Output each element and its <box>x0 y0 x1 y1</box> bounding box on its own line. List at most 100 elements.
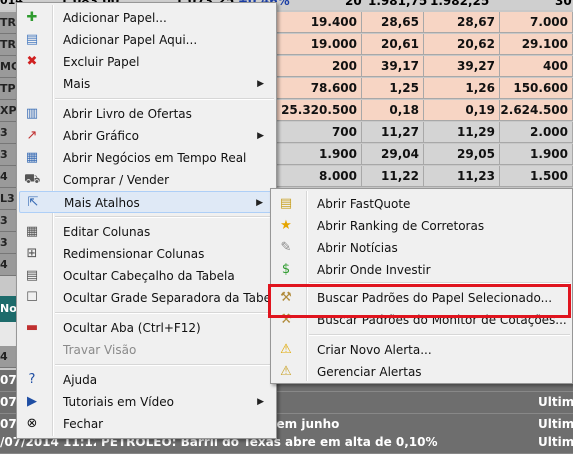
chart-icon: ↗ <box>26 128 38 143</box>
menu-separator <box>55 216 274 218</box>
menu-item-label: Editar Colunas <box>63 225 151 239</box>
menu-item-fechar[interactable]: ⊗ Fechar <box>19 413 274 435</box>
highlight-annotation <box>268 284 571 318</box>
menu-item-editar-colunas[interactable]: ▦ Editar Colunas <box>19 221 274 243</box>
menu-item-abrir-ranking-de-corretoras[interactable]: ★ Abrir Ranking de Corretoras <box>273 215 570 237</box>
top-cell: 20 <box>345 0 362 8</box>
menu-item-label: Fechar <box>63 417 104 431</box>
table-cell: 150.600 <box>500 78 573 99</box>
menu-item-redimensionar-colunas[interactable]: ⊞ Redimensionar Colunas <box>19 243 274 265</box>
row-symbol: 3 <box>0 210 17 232</box>
menu-item-criar-novo-alerta[interactable]: ⚠ Criar Novo Alerta... <box>273 339 570 361</box>
menu-item-label: Abrir Notícias <box>317 241 398 255</box>
menu-item-label: Abrir Gráfico <box>63 129 139 143</box>
menu-item-abrir-fastquote[interactable]: ▤ Abrir FastQuote <box>273 193 570 215</box>
table-cell: 700 <box>276 122 362 143</box>
plus-icon: ✚ <box>26 10 38 25</box>
menu-item-tutoriais-em-video[interactable]: ▶ Tutoriais em Vídeo ▶ <box>19 391 274 413</box>
tab-news-lower[interactable] <box>0 322 16 346</box>
menu-item-label: Mais <box>63 77 91 91</box>
table-cell: 39,27 <box>424 56 500 77</box>
row-symbol: TR <box>0 34 17 56</box>
menu-item-ocultar-aba-ctrl-f12[interactable]: ▬ Ocultar Aba (Ctrl+F12) <box>19 317 274 339</box>
menu-item-label: Comprar / Vender <box>63 173 170 187</box>
news-icon: ✎ <box>280 240 292 255</box>
columns-icon: ▦ <box>25 224 39 239</box>
menu-item-excluir-papel[interactable]: ✖ Excluir Papel <box>19 51 274 73</box>
menu-separator <box>55 364 274 366</box>
menu-item-abrir-negocios-em-tempo-real[interactable]: ▦ Abrir Negócios em Tempo Real <box>19 147 274 169</box>
menu-item-abrir-noticias[interactable]: ✎ Abrir Notícias <box>273 237 570 259</box>
dollar-icon: $ <box>281 262 291 277</box>
tab-news[interactable]: No <box>0 296 17 322</box>
menu-item-abrir-grafico[interactable]: ↗ Abrir Gráfico ▶ <box>19 125 274 147</box>
fastquote-icon: ▤ <box>279 196 293 211</box>
table-cell: 39,17 <box>362 56 424 77</box>
menu-item-gerenciar-alertas[interactable]: ⚠ Gerenciar Alertas <box>273 361 570 383</box>
submenu-arrow-icon: ▶ <box>256 198 263 208</box>
menu-item-label: Abrir FastQuote <box>317 197 411 211</box>
menu-separator <box>55 98 274 100</box>
menu-item-label: Ocultar Grade Separadora da Tabela <box>63 291 282 305</box>
menu-item-label: Excluir Papel <box>63 55 140 69</box>
row-symbol: XP <box>0 100 17 122</box>
table-cell: 200 <box>276 56 362 77</box>
delete-x-icon: ✖ <box>26 54 38 69</box>
menu-item-label: Abrir Ranking de Corretoras <box>317 219 485 233</box>
menu-item-label: Abrir Onde Investir <box>317 263 431 277</box>
menu-item-label: Gerenciar Alertas <box>317 365 422 379</box>
table-cell: 7.000 <box>500 12 573 33</box>
close-icon: ⊗ <box>26 416 38 431</box>
table-cell: 1.900 <box>500 144 573 165</box>
table-cell: 20,61 <box>362 34 424 55</box>
row-symbol: 3 <box>0 122 17 144</box>
menu-item-ajuda[interactable]: ? Ajuda <box>19 369 274 391</box>
menu-item-label: Adicionar Papel Aqui... <box>63 33 198 47</box>
news-source: Ultim <box>538 395 573 409</box>
row-symbol: MG <box>0 56 17 78</box>
menu-item-abrir-livro-de-ofertas[interactable]: ▥ Abrir Livro de Ofertas <box>19 103 274 125</box>
table-cell: 19.400 <box>276 12 362 33</box>
table-cell: 29.100 <box>500 34 573 55</box>
row-symbol: 3 <box>0 232 17 254</box>
table-cell: 1.900 <box>276 144 362 165</box>
menu-item-mais[interactable]: Mais ▶ <box>19 73 274 95</box>
add-here-icon: ▤ <box>25 32 39 47</box>
menu-item-label: Abrir Livro de Ofertas <box>63 107 192 121</box>
menu-item-label: Redimensionar Colunas <box>63 247 205 261</box>
row-symbol: 4 <box>0 166 17 188</box>
menu-item-label: Mais Atalhos <box>64 196 140 210</box>
table-cell: 11,23 <box>424 166 500 187</box>
menu-item-adicionar-papel[interactable]: ✚ Adicionar Papel... <box>19 7 274 29</box>
menu-item-label: Criar Novo Alerta... <box>317 343 432 357</box>
table-cell: 1,25 <box>362 78 424 99</box>
menu-item-comprar-vender[interactable]: ⛟ Comprar / Vender <box>19 169 274 191</box>
menu-item-ocultar-grade-separadora-da-tabela[interactable]: ☐ Ocultar Grade Separadora da Tabela <box>19 287 282 309</box>
menu-item-label: Adicionar Papel... <box>63 11 167 25</box>
menu-separator <box>309 334 570 336</box>
submenu-arrow-icon: ▶ <box>257 397 264 407</box>
menu-item-label: Tutoriais em Vídeo <box>63 395 174 409</box>
grid-icon: ☐ <box>26 290 38 305</box>
top-cell: 1.981,75 <box>368 0 428 8</box>
table-cell: 1,26 <box>424 78 500 99</box>
table-cell: 25.320.500 <box>276 100 362 121</box>
table-cell: 0,18 <box>362 100 424 121</box>
warning-icon: ⚠ <box>280 342 292 357</box>
menu-item-travar-visao[interactable]: Travar Visão <box>19 339 274 361</box>
table-cell: 11,22 <box>362 166 424 187</box>
menu-item-label: Ocultar Cabeçalho da Tabela <box>63 269 235 283</box>
table-cell: 0,19 <box>424 100 500 121</box>
menu-item-abrir-onde-investir[interactable]: $ Abrir Onde Investir <box>273 259 570 281</box>
menu-item-mais-atalhos[interactable]: ⇱ Mais Atalhos ▶ <box>19 191 274 213</box>
resize-icon: ⊞ <box>26 246 38 261</box>
row-symbol: TP <box>0 78 17 100</box>
menu-item-adicionar-papel-aqui[interactable]: ▤ Adicionar Papel Aqui... <box>19 29 274 51</box>
video-icon: ▶ <box>27 394 37 409</box>
table-header-icon: ▤ <box>25 268 39 283</box>
menu-item-ocultar-cabecalho-da-tabela[interactable]: ▤ Ocultar Cabeçalho da Tabela <box>19 265 274 287</box>
row-symbol: 4 <box>0 346 17 368</box>
table-cell: 28,67 <box>424 12 500 33</box>
menu-item-label: Ajuda <box>63 373 98 387</box>
table-cell: 78.600 <box>276 78 362 99</box>
